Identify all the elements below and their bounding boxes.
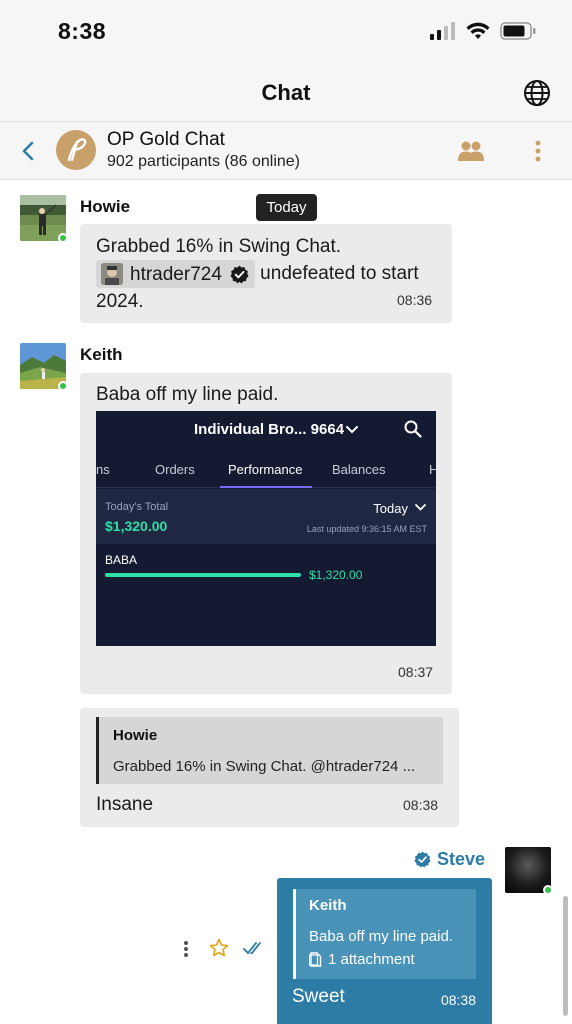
sender-name[interactable]: Howie [80, 197, 130, 217]
page-title: Chat [261, 80, 311, 105]
group-name[interactable]: OP Gold Chat [107, 129, 225, 151]
own-sender-name[interactable]: Steve [414, 849, 485, 870]
more-options-icon[interactable] [532, 139, 544, 163]
verified-badge-icon [230, 265, 249, 283]
message-time: 08:37 [398, 664, 434, 680]
total-label: Today's Total [105, 501, 169, 513]
group-logo-icon [58, 132, 94, 168]
quoted-sender: Howie [113, 727, 158, 744]
message-time: 08:38 [440, 992, 476, 1008]
verified-badge-icon [414, 851, 431, 868]
status-icons [430, 22, 536, 40]
pnl-value: $1,320.00 [309, 568, 363, 582]
trade-tabs: ns Orders Performance Balances H [96, 451, 436, 488]
period-selector: Today [373, 501, 408, 516]
online-status-indicator [58, 233, 68, 243]
message-text-line: Grabbed 16% in Swing Chat. [96, 236, 342, 257]
message-text-continued: undefeated to start [254, 263, 419, 285]
star-icon[interactable] [209, 938, 229, 958]
trade-summary: Today's Total $1,320.00 Today Last updat… [96, 489, 436, 544]
mention-photo-icon [101, 263, 123, 285]
status-bar: 8:38 [0, 0, 572, 64]
account-name: Individual Bro... 9664 [194, 421, 345, 438]
total-value: $1,320.00 [105, 518, 168, 534]
online-status-indicator [543, 885, 553, 895]
chevron-down-icon [415, 504, 426, 511]
back-chevron-icon[interactable] [18, 140, 38, 162]
scrollbar[interactable] [563, 896, 568, 1016]
participant-count: 902 participants (86 online) [107, 153, 301, 170]
wifi-icon [466, 22, 490, 39]
participants-icon[interactable] [458, 140, 484, 162]
globe-icon[interactable] [522, 78, 552, 108]
message-text: Insane [96, 794, 154, 815]
message-text: Baba off my line paid. [96, 384, 279, 405]
trade-tab: Balances [332, 462, 386, 477]
user-mention[interactable]: htrader724 [96, 260, 255, 288]
message-bubble[interactable]: Grabbed 16% in Swing Chat. htrader724 un… [80, 224, 452, 323]
message-text: Sweet [292, 986, 345, 1007]
quoted-text: Grabbed 16% in Swing Chat. @htrader724 .… [113, 758, 416, 775]
status-time: 8:38 [58, 18, 107, 44]
message-bubble[interactable]: Howie Grabbed 16% in Swing Chat. @htrade… [80, 708, 459, 827]
message-time: 08:38 [403, 797, 439, 813]
quoted-text: Baba off my line paid. [309, 928, 453, 945]
attachment-count: 1 attachment [328, 951, 415, 968]
trade-header: Individual Bro... 9664 [96, 411, 436, 451]
top-navigation-bar: Chat [0, 64, 572, 122]
trade-tab: H [429, 462, 436, 477]
attachment-icon [309, 952, 322, 967]
sender-name[interactable]: Keith [80, 345, 123, 365]
active-tab-indicator [220, 486, 312, 488]
image-attachment[interactable]: Individual Bro... 9664 ns Orders Perform… [96, 411, 436, 646]
read-receipt-icon [243, 942, 261, 955]
message-options-icon[interactable] [182, 940, 190, 958]
quoted-sender: Keith [309, 897, 347, 914]
mention-avatar [101, 263, 123, 285]
message-text-line: 2024. [96, 291, 144, 312]
last-updated: Last updated 9:36:15 AM EST [306, 524, 427, 534]
date-divider: Today [256, 194, 317, 221]
reply-quote[interactable]: Keith Baba off my line paid. 1 attachmen… [293, 889, 476, 979]
message-time: 08:36 [397, 292, 433, 308]
chevron-down-icon [346, 426, 358, 434]
pnl-bar [105, 573, 301, 577]
search-icon [404, 420, 422, 438]
trade-tab: ns [96, 462, 110, 477]
group-avatar[interactable] [56, 130, 96, 170]
trade-tab: Orders [155, 462, 195, 477]
mention-username: htrader724 [130, 263, 222, 285]
ticker-symbol: BABA [105, 553, 138, 567]
reply-quote[interactable]: Howie Grabbed 16% in Swing Chat. @htrade… [96, 717, 443, 784]
cellular-signal-icon [430, 22, 455, 40]
own-sender-label: Steve [437, 849, 486, 869]
quoted-attachment: 1 attachment [309, 951, 415, 968]
battery-icon [500, 22, 536, 40]
own-message-bubble[interactable]: Keith Baba off my line paid. 1 attachmen… [277, 878, 492, 1024]
message-text: Grabbed 16% in Swing Chat. htrader724 un… [96, 233, 441, 315]
chat-header: OP Gold Chat 902 participants (86 online… [0, 122, 572, 180]
trade-tab-active: Performance [228, 462, 303, 477]
online-status-indicator [58, 381, 68, 391]
